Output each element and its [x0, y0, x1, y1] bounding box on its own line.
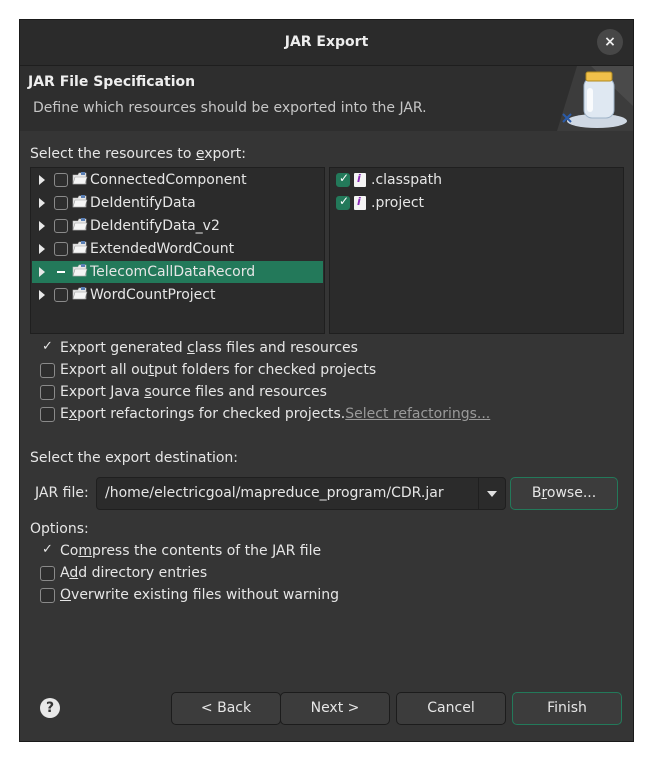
jar-icon: [557, 66, 633, 131]
file-icon: i: [354, 195, 366, 210]
check-icon: ✓: [42, 542, 53, 557]
next-button[interactable]: Next >: [280, 692, 390, 725]
page-description: Define which resources should be exporte…: [33, 100, 427, 116]
export-output-folders-option-checkbox[interactable]: [40, 363, 55, 378]
tree-item-checkbox[interactable]: [54, 288, 68, 302]
check-icon: ✓: [338, 194, 350, 208]
compress-option-checkbox[interactable]: ✓: [40, 542, 55, 559]
file-item[interactable]: ✓ i .classpath: [331, 169, 622, 191]
project-folder-icon: [72, 195, 88, 209]
back-button[interactable]: < Back: [171, 692, 281, 725]
project-folder-icon: [72, 218, 88, 232]
tree-item-checkbox[interactable]: [54, 265, 68, 279]
partial-check-icon: [57, 271, 65, 273]
project-folder-icon: [72, 287, 88, 301]
resources-label: Select the resources to export:: [30, 146, 246, 162]
project-folder-icon: [72, 172, 88, 186]
jar-path-input[interactable]: /home/electricgoal/mapreduce_program/CDR…: [105, 485, 444, 501]
tree-item-checkbox[interactable]: [54, 242, 68, 256]
combo-dropdown-button[interactable]: [478, 478, 505, 509]
tree-item-label: ConnectedComponent: [90, 172, 247, 188]
close-icon: ×: [604, 34, 616, 50]
title-bar: JAR Export ×: [20, 20, 633, 66]
tree-item[interactable]: ConnectedComponent: [32, 169, 323, 191]
file-icon: i: [354, 172, 366, 187]
browse-button[interactable]: Browse...: [510, 477, 618, 510]
close-button[interactable]: ×: [597, 29, 623, 55]
export-class-files-option-checkbox[interactable]: ✓: [40, 339, 55, 356]
export-output-folders-option-label: Export all output folders for checked pr…: [60, 362, 377, 378]
export-refactorings-option-checkbox[interactable]: [40, 407, 55, 422]
export-class-files-option-label: Export generated class files and resourc…: [60, 340, 358, 356]
tree-item[interactable]: WordCountProject: [32, 284, 323, 306]
tree-item[interactable]: DeIdentifyData_v2: [32, 215, 323, 237]
cancel-button[interactable]: Cancel: [396, 692, 506, 725]
overwrite-option-label: Overwrite existing files without warning: [60, 587, 339, 603]
jar-file-label: JAR file:: [35, 485, 89, 501]
wizard-header: JAR File Specification Define which reso…: [20, 66, 633, 131]
destination-label: Select the export destination:: [30, 450, 239, 466]
help-icon[interactable]: ?: [40, 698, 60, 718]
file-item[interactable]: ✓ i .project: [331, 192, 622, 214]
file-item-checkbox[interactable]: ✓: [336, 194, 350, 210]
expand-arrow-icon[interactable]: [39, 290, 45, 300]
tree-item-label: DeIdentifyData: [90, 195, 196, 211]
tree-item[interactable]: ExtendedWordCount: [32, 238, 323, 260]
file-item-label: .project: [371, 195, 425, 211]
tree-item-label: TelecomCallDataRecord: [90, 264, 256, 280]
tree-item-label: ExtendedWordCount: [90, 241, 235, 257]
select-refactorings-link[interactable]: Select refactorings...: [345, 406, 490, 422]
expand-arrow-icon[interactable]: [39, 221, 45, 231]
jar-file-combo[interactable]: /home/electricgoal/mapreduce_program/CDR…: [96, 477, 506, 510]
tree-item-label: WordCountProject: [90, 287, 216, 303]
tree-item-checkbox[interactable]: [54, 196, 68, 210]
tree-item[interactable]: DeIdentifyData: [32, 192, 323, 214]
options-label: Options:: [30, 521, 89, 537]
export-refactorings-option-label: Export refactorings for checked projects…: [60, 406, 491, 422]
add-directory-entries-option-label: Add directory entries: [60, 565, 208, 581]
tree-item[interactable]: TelecomCallDataRecord: [32, 261, 323, 283]
project-folder-icon: [72, 241, 88, 255]
project-folder-icon: [72, 264, 88, 278]
check-icon: ✓: [42, 339, 53, 354]
add-directory-entries-option-checkbox[interactable]: [40, 566, 55, 581]
finish-button[interactable]: Finish: [512, 692, 622, 725]
expand-arrow-icon[interactable]: [39, 175, 45, 185]
check-icon: ✓: [338, 171, 350, 185]
window-title: JAR Export: [284, 34, 369, 50]
page-title: JAR File Specification: [28, 74, 196, 90]
tree-item-checkbox[interactable]: [54, 219, 68, 233]
expand-arrow-icon[interactable]: [39, 198, 45, 208]
tree-item-label: DeIdentifyData_v2: [90, 218, 220, 234]
export-java-source-option-checkbox[interactable]: [40, 385, 55, 400]
jar-export-dialog: JAR Export × JAR File Specification Defi…: [19, 19, 634, 742]
compress-option-label: Compress the contents of the JAR file: [60, 543, 322, 559]
overwrite-option-checkbox[interactable]: [40, 588, 55, 603]
export-java-source-option-label: Export Java source files and resources: [60, 384, 327, 400]
file-item-label: .classpath: [371, 172, 443, 188]
tree-item-checkbox[interactable]: [54, 173, 68, 187]
expand-arrow-icon[interactable]: [39, 267, 45, 277]
chevron-down-icon: [487, 491, 497, 497]
file-item-checkbox[interactable]: ✓: [336, 171, 350, 187]
project-tree[interactable]: ConnectedComponent DeIdentifyData DeIdenti…: [30, 167, 325, 334]
expand-arrow-icon[interactable]: [39, 244, 45, 254]
file-list[interactable]: ✓ i .classpath ✓ i .project: [329, 167, 624, 334]
